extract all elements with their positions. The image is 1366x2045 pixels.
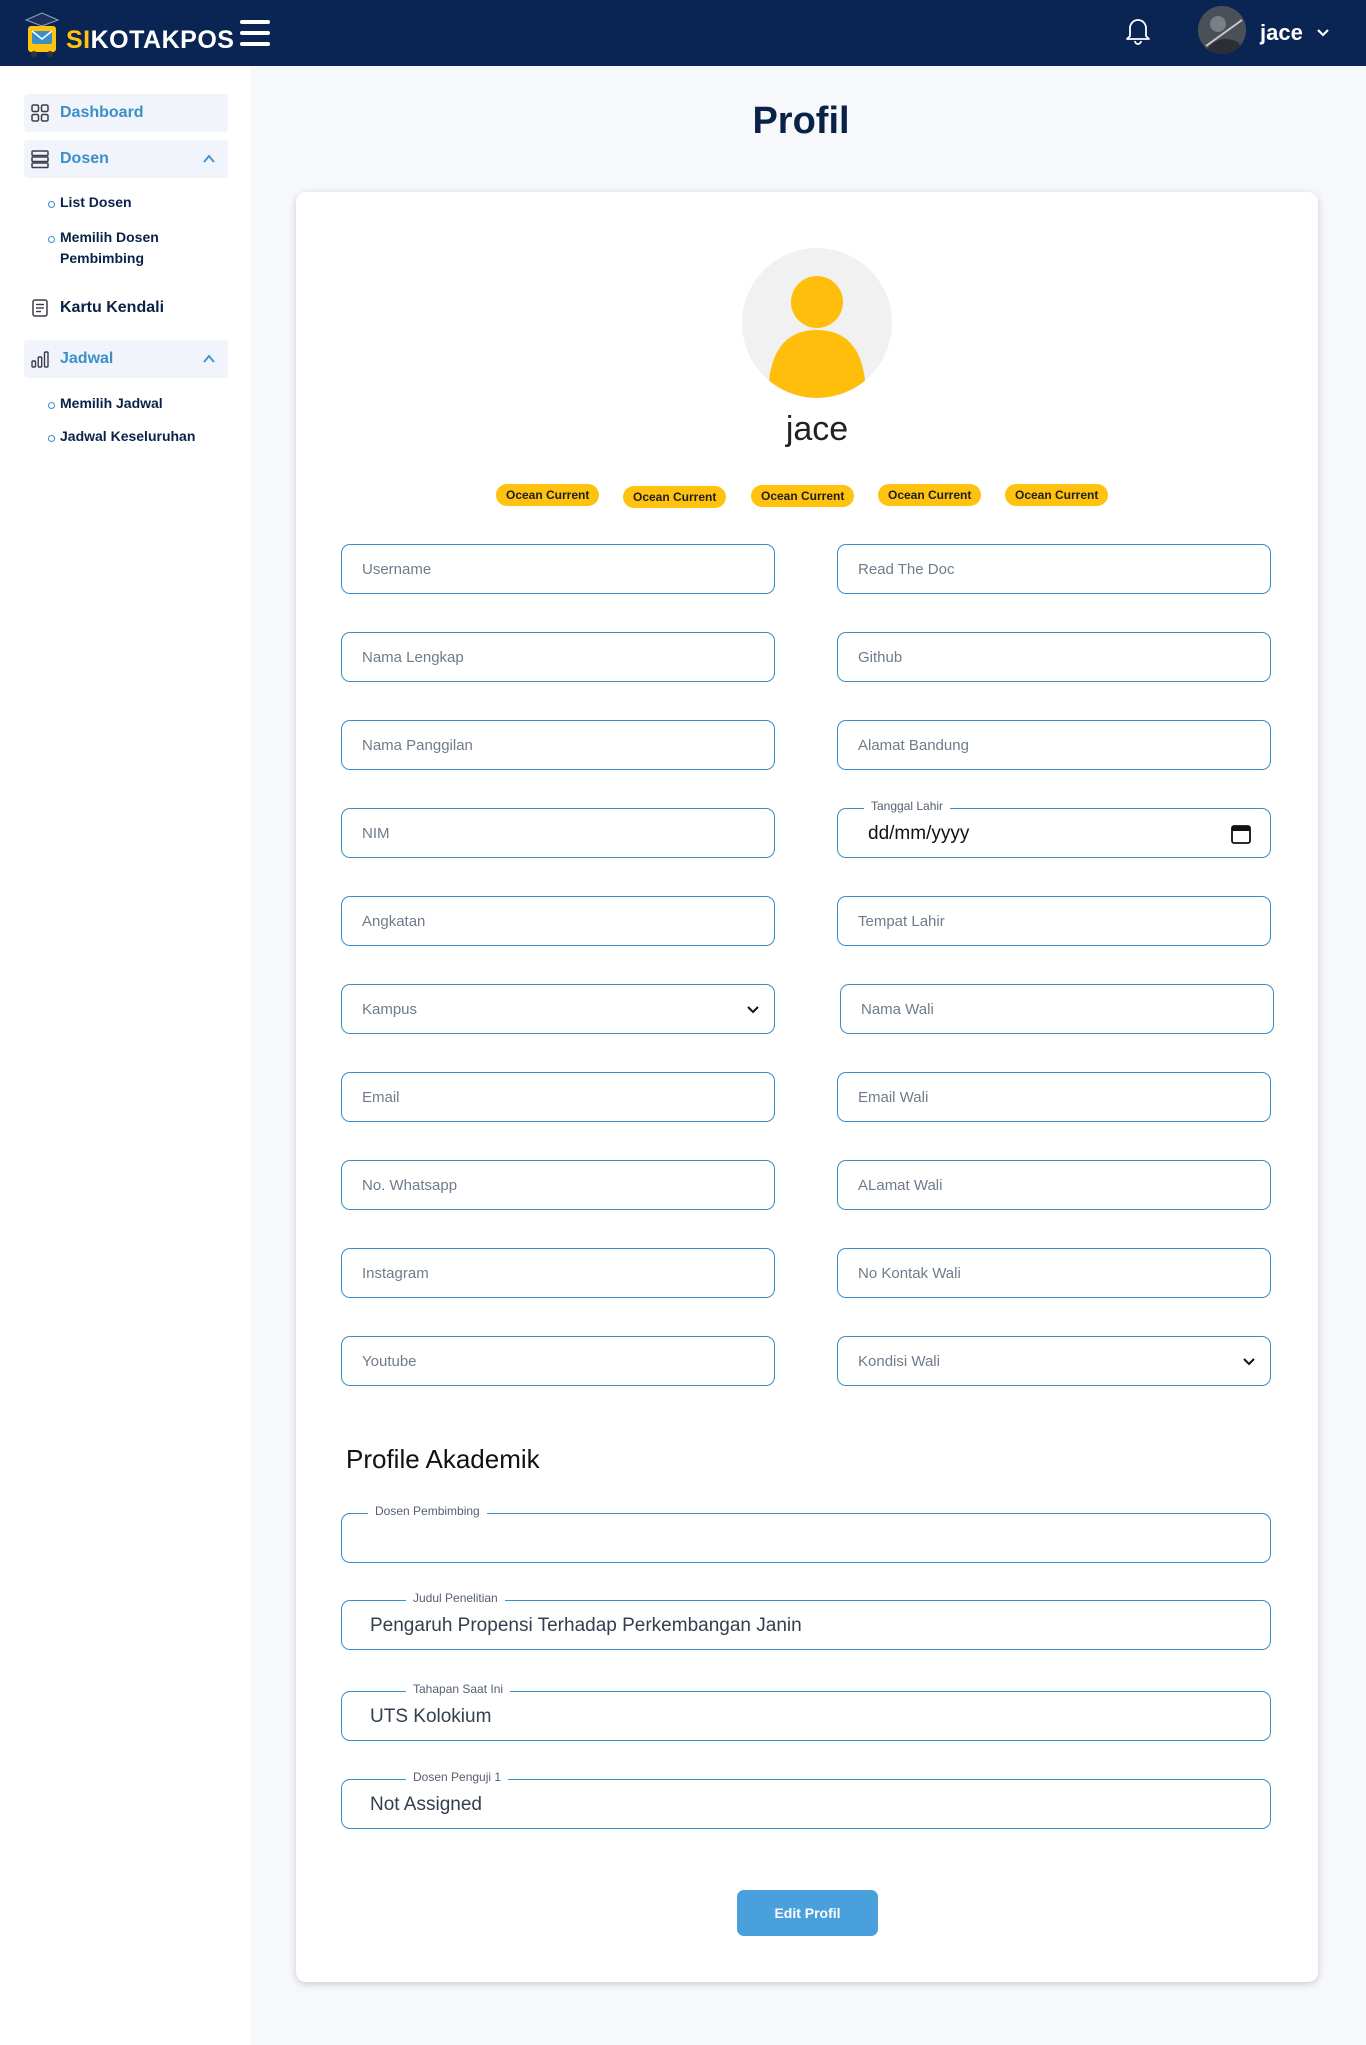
- profile-badge[interactable]: Ocean Current: [623, 486, 727, 508]
- field-placeholder: Username: [362, 561, 432, 578]
- date-placeholder: dd/mm/yyyy: [868, 823, 970, 844]
- field-placeholder: Kampus: [362, 1001, 418, 1018]
- chevron-down-icon: [747, 1006, 759, 1014]
- sidebar-item-kartu-kendali[interactable]: Kartu Kendali: [24, 289, 228, 327]
- nama-panggilan-field[interactable]: Nama Panggilan: [341, 720, 775, 770]
- field-placeholder: Angkatan: [362, 913, 426, 930]
- edit-profile-button[interactable]: Edit Profil: [737, 1890, 878, 1936]
- sidebar-item-jadwal[interactable]: Jadwal: [24, 340, 228, 378]
- field-placeholder: NIM: [362, 825, 390, 842]
- sidebar-item-label: Dosen: [60, 150, 109, 167]
- field-label: Judul Penelitian: [406, 1591, 505, 1605]
- section-title-akademik: Profile Akademik: [346, 1444, 540, 1474]
- field-placeholder: Email Wali: [858, 1089, 929, 1106]
- field-value: Not Assigned: [370, 1794, 482, 1815]
- profile-badge[interactable]: Ocean Current: [751, 485, 855, 507]
- nama-lengkap-field[interactable]: Nama Lengkap: [341, 632, 775, 682]
- field-value: UTS Kolokium: [370, 1706, 492, 1727]
- user-silhouette-icon: [768, 276, 866, 398]
- field-placeholder: Alamat Bandung: [858, 737, 969, 754]
- chevron-up-icon[interactable]: [202, 152, 216, 166]
- menu-toggle-icon[interactable]: [240, 20, 270, 48]
- kondisi-wali-select[interactable]: Kondisi Wali: [837, 1336, 1271, 1386]
- tahapan-field[interactable]: Tahapan Saat Ini UTS Kolokium: [341, 1682, 1271, 1741]
- nim-field[interactable]: NIM: [341, 808, 775, 858]
- bell-icon[interactable]: [1124, 14, 1152, 46]
- field-label: Tahapan Saat Ini: [406, 1682, 511, 1696]
- dosen-penguji-field[interactable]: Dosen Penguji 1 Not Assigned: [341, 1770, 1271, 1829]
- field-placeholder: No Kontak Wali: [858, 1265, 961, 1282]
- field-placeholder: Instagram: [362, 1265, 429, 1282]
- tempat-lahir-field[interactable]: Tempat Lahir: [837, 896, 1271, 946]
- calendar-icon[interactable]: [1230, 823, 1252, 845]
- instagram-field[interactable]: Instagram: [341, 1248, 775, 1298]
- top-navbar: SIKOTAKPOS jace: [0, 0, 1366, 66]
- field-placeholder: Github: [858, 649, 903, 666]
- field-placeholder: Nama Wali: [861, 1001, 934, 1018]
- brand-prefix: SI: [66, 26, 91, 54]
- document-icon: [32, 299, 48, 317]
- sidebar-item-label: Kartu Kendali: [60, 299, 165, 316]
- field-placeholder: Email: [362, 1089, 400, 1106]
- chevron-down-icon: [1243, 1358, 1255, 1366]
- alamat-wali-field[interactable]: ALamat Wali: [837, 1160, 1271, 1210]
- username-field[interactable]: Username: [341, 544, 775, 594]
- field-placeholder: Nama Panggilan: [362, 737, 473, 754]
- profile-badge[interactable]: Ocean Current: [1005, 484, 1109, 506]
- field-placeholder: Kondisi Wali: [858, 1353, 940, 1370]
- field-placeholder: No. Whatsapp: [362, 1177, 458, 1194]
- profile-avatar: [742, 248, 892, 398]
- read-the-doc-field[interactable]: Read The Doc: [837, 544, 1271, 594]
- whatsapp-field[interactable]: No. Whatsapp: [341, 1160, 775, 1210]
- sidebar: Dashboard Dosen List Dosen Memilih Dosen…: [0, 66, 250, 2045]
- kampus-select[interactable]: Kampus: [341, 984, 775, 1034]
- alamat-bandung-field[interactable]: Alamat Bandung: [837, 720, 1271, 770]
- kontak-wali-field[interactable]: No Kontak Wali: [837, 1248, 1271, 1298]
- sidebar-item-label: Jadwal: [60, 350, 114, 367]
- profile-badge[interactable]: Ocean Current: [496, 484, 600, 506]
- angkatan-field[interactable]: Angkatan: [341, 896, 775, 946]
- page-title: Profil: [752, 100, 850, 142]
- sidebar-subitem-list-dosen[interactable]: List Dosen: [48, 192, 240, 213]
- youtube-field[interactable]: Youtube: [341, 1336, 775, 1386]
- field-value: Pengaruh Propensi Terhadap Perkembangan …: [370, 1615, 802, 1636]
- email-field[interactable]: Email: [341, 1072, 775, 1122]
- field-label: Tanggal Lahir: [864, 799, 951, 813]
- brand-title[interactable]: SIKOTAKPOS: [66, 26, 234, 55]
- sidebar-item-dosen[interactable]: Dosen: [24, 140, 228, 178]
- server-stack-icon: [31, 150, 49, 169]
- user-name-menu[interactable]: jace: [1260, 20, 1303, 46]
- chevron-down-icon[interactable]: [1316, 26, 1330, 40]
- brand-rest: KOTAKPOS: [90, 26, 235, 54]
- sidebar-subitem-memilih-dosen[interactable]: Memilih Dosen Pembimbing: [48, 227, 210, 269]
- field-label: Dosen Pembimbing: [368, 1504, 487, 1518]
- field-placeholder: Nama Lengkap: [362, 649, 464, 666]
- dosen-pembimbing-field[interactable]: Dosen Pembimbing: [341, 1504, 1271, 1563]
- field-placeholder: ALamat Wali: [858, 1177, 943, 1194]
- nama-wali-field[interactable]: Nama Wali: [840, 984, 1274, 1034]
- profile-name: jace: [785, 410, 849, 448]
- email-wali-field[interactable]: Email Wali: [837, 1072, 1271, 1122]
- chevron-up-icon[interactable]: [202, 352, 216, 366]
- github-field[interactable]: Github: [837, 632, 1271, 682]
- field-placeholder: Tempat Lahir: [858, 913, 945, 930]
- user-avatar[interactable]: [1198, 6, 1246, 54]
- profile-badge[interactable]: Ocean Current: [878, 484, 982, 506]
- field-placeholder: Read The Doc: [858, 561, 955, 578]
- field-placeholder: Youtube: [362, 1353, 417, 1370]
- logo-icon: [24, 12, 60, 57]
- bar-chart-icon: [31, 351, 49, 368]
- tanggal-lahir-date[interactable]: Tanggal Lahir dd/mm/yyyy: [837, 799, 1271, 858]
- field-label: Dosen Penguji 1: [406, 1770, 509, 1784]
- judul-penelitian-field[interactable]: Judul Penelitian Pengaruh Propensi Terha…: [341, 1591, 1271, 1650]
